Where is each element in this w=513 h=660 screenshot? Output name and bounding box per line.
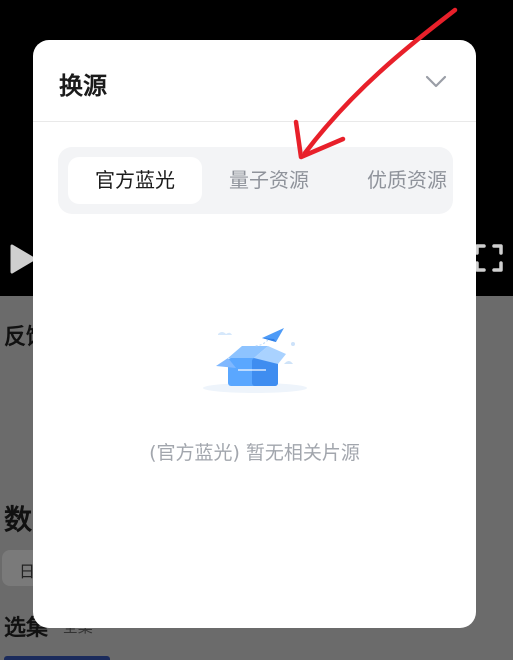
paper-plane-icon bbox=[253, 328, 284, 347]
episode-button[interactable] bbox=[4, 656, 110, 660]
modal-header: 换源 bbox=[33, 40, 476, 122]
tab-quality-source[interactable]: 优质资源 bbox=[352, 157, 453, 204]
source-tabs: 官方蓝光 量子资源 优质资源 bbox=[58, 147, 453, 214]
fullscreen-icon[interactable] bbox=[474, 243, 504, 273]
modal-title: 换源 bbox=[59, 72, 107, 100]
play-icon[interactable] bbox=[8, 244, 36, 274]
empty-state-message: (官方蓝光) 暂无相关片源 bbox=[149, 442, 360, 464]
chevron-down-icon[interactable] bbox=[423, 68, 449, 94]
empty-box-icon bbox=[203, 328, 307, 393]
change-source-modal: 换源 官方蓝光 量子资源 优质资源 (官方蓝光) 暂无相关片源 bbox=[33, 40, 476, 628]
tab-quantum-source[interactable]: 量子资源 bbox=[218, 157, 320, 204]
tab-official-bluray[interactable]: 官方蓝光 bbox=[68, 157, 202, 204]
data-heading: 数 bbox=[4, 503, 33, 536]
